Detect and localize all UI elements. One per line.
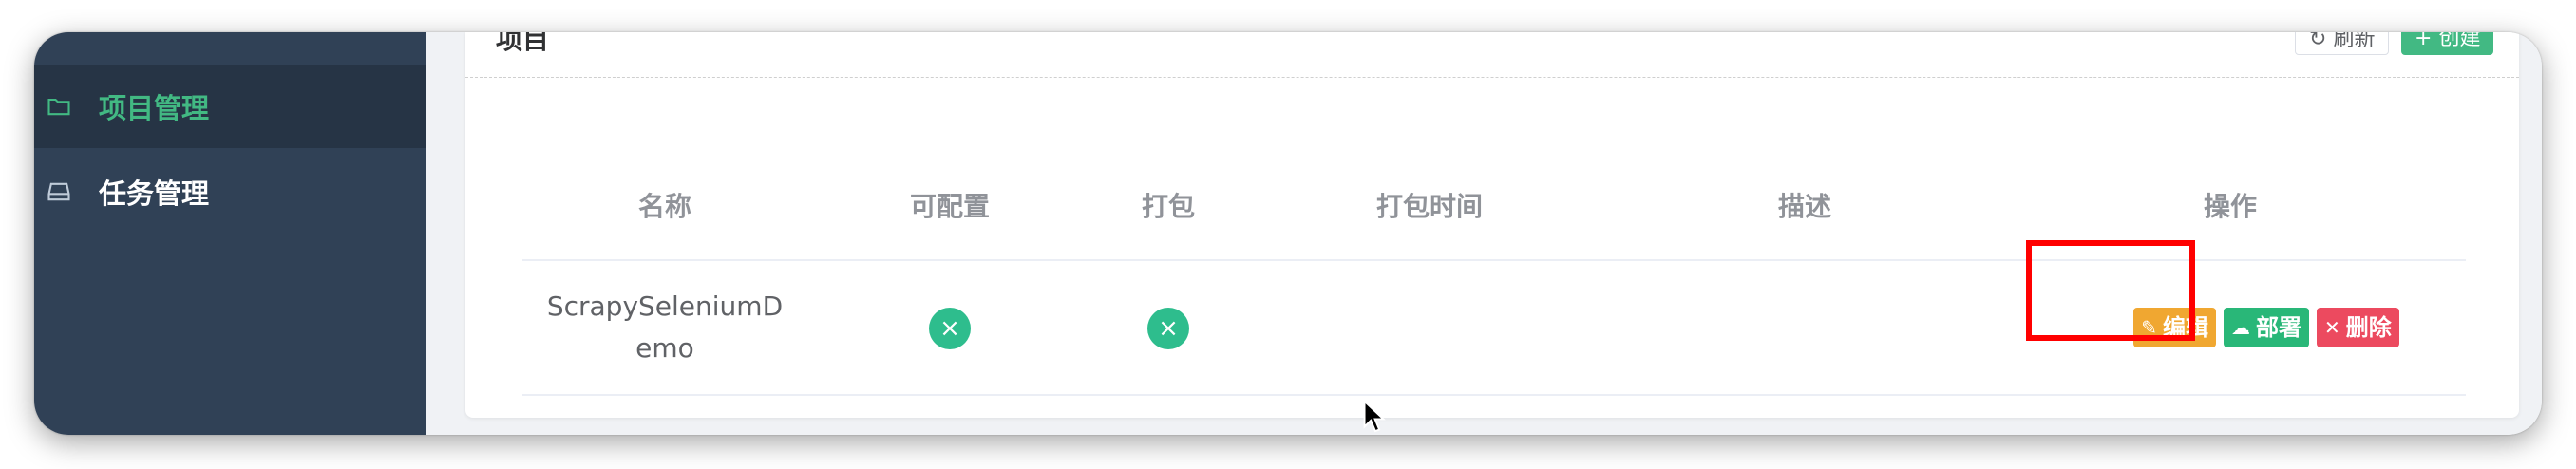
packaged-cell: × [1092,260,1244,396]
x-circle-icon: × [1147,307,1189,349]
card-header: 项目 ↻ 刷新 + 创建 [465,32,2519,78]
app-window: 项目管理 任务管理 项目 ↻ 刷新 + 创建 名称 可配置 打包 打包时间 描述… [34,32,2542,435]
column-header-name[interactable]: 名称 [522,150,807,261]
main-content: 项目 ↻ 刷新 + 创建 名称 可配置 打包 打包时间 描述 操作 Scrapy… [426,32,2542,435]
plus-icon: + [2415,32,2439,50]
delete-button[interactable]: ✕ 删除 [2317,308,2399,347]
x-circle-icon: × [929,307,971,349]
drive-icon [44,177,74,207]
column-header-description[interactable]: 描述 [1615,150,1995,261]
sidebar-item-tasks[interactable]: 任务管理 [34,150,426,234]
column-header-packaged[interactable]: 打包 [1092,150,1244,261]
mouse-cursor-icon [1363,400,1386,433]
packaged-time-cell [1244,260,1615,396]
refresh-icon: ↻ [2309,32,2334,51]
project-card: 项目 ↻ 刷新 + 创建 名称 可配置 打包 打包时间 描述 操作 Scrapy… [465,32,2519,418]
sidebar-item-projects[interactable]: 项目管理 [34,65,426,148]
sidebar-item-label: 任务管理 [99,178,210,210]
configurable-cell: × [807,260,1092,396]
close-icon: ✕ [2324,316,2340,339]
sidebar: 项目管理 任务管理 [34,32,426,435]
project-name: ScrapySeleniumDemo [522,260,807,396]
folder-icon [44,91,74,122]
description-cell [1615,260,1995,396]
cloud-upload-icon: ☁ [2231,316,2250,339]
create-button[interactable]: + 创建 [2401,32,2494,55]
sidebar-item-label: 项目管理 [99,92,210,124]
refresh-button[interactable]: ↻ 刷新 [2295,32,2390,55]
page-title: 项目 [496,32,550,55]
column-header-packaged-time[interactable]: 打包时间 [1244,150,1615,261]
column-header-configurable[interactable]: 可配置 [807,150,1092,261]
highlight-box [2026,240,2195,341]
deploy-button[interactable]: ☁ 部署 [2224,308,2309,347]
